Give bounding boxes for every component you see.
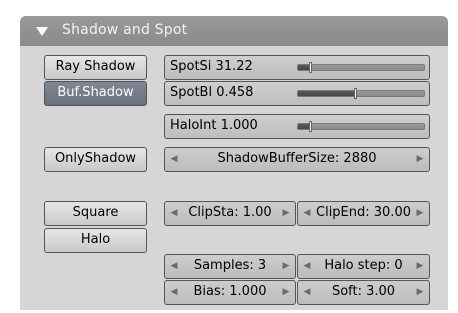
halo-int-handle[interactable] — [308, 121, 312, 132]
left-arrow-icon[interactable]: ◀ — [167, 148, 181, 171]
clip-sta-field[interactable]: ◀ ClipSta: 1.00 ▶ — [164, 201, 296, 226]
halo-int-slider[interactable]: HaloInt 1.000 — [164, 114, 430, 139]
spot-bl-handle[interactable] — [353, 88, 357, 99]
samples-field[interactable]: ◀ Samples: 3 ▶ — [164, 254, 296, 279]
triangle-down-icon[interactable] — [35, 24, 49, 38]
left-arrow-icon[interactable]: ◀ — [300, 281, 314, 304]
buf-shadow-button[interactable]: Buf.Shadow — [44, 81, 147, 106]
halo-step-field[interactable]: ◀ Halo step: 0 ▶ — [297, 254, 430, 279]
right-arrow-icon[interactable]: ▶ — [279, 281, 293, 304]
right-arrow-icon[interactable]: ▶ — [279, 255, 293, 278]
shadow-buffer-size-field[interactable]: ◀ ShadowBufferSize: 2880 ▶ — [164, 147, 430, 172]
left-arrow-icon[interactable]: ◀ — [300, 255, 314, 278]
right-arrow-icon[interactable]: ▶ — [413, 281, 427, 304]
halo-step-value: Halo step: 0 — [324, 258, 403, 273]
left-arrow-icon[interactable]: ◀ — [167, 202, 181, 225]
right-arrow-icon[interactable]: ▶ — [413, 148, 427, 171]
clip-sta-value: ClipSta: 1.00 — [188, 205, 272, 220]
right-arrow-icon[interactable]: ▶ — [413, 255, 427, 278]
left-arrow-icon[interactable]: ◀ — [167, 281, 181, 304]
ray-shadow-button[interactable]: Ray Shadow — [44, 55, 147, 80]
spot-si-slider[interactable]: SpotSi 31.22 — [164, 55, 430, 80]
soft-field[interactable]: ◀ Soft: 3.00 ▶ — [297, 280, 430, 305]
spot-bl-track[interactable] — [297, 88, 425, 99]
spot-si-track[interactable] — [297, 62, 425, 73]
soft-value: Soft: 3.00 — [331, 284, 396, 299]
right-arrow-icon[interactable]: ▶ — [279, 202, 293, 225]
halo-int-label: HaloInt 1.000 — [170, 118, 258, 133]
square-button[interactable]: Square — [44, 201, 147, 226]
halo-int-track[interactable] — [297, 121, 425, 132]
spot-bl-label: SpotBl 0.458 — [170, 85, 254, 100]
left-arrow-icon[interactable]: ◀ — [300, 202, 314, 225]
halo-button[interactable]: Halo — [44, 228, 147, 253]
bias-value: Bias: 1.000 — [193, 284, 267, 299]
clip-end-field[interactable]: ◀ ClipEnd: 30.00 ▶ — [297, 201, 430, 226]
clip-end-value: ClipEnd: 30.00 — [316, 205, 411, 220]
spot-si-handle[interactable] — [308, 62, 312, 73]
shadow-buffer-size-value: ShadowBufferSize: 2880 — [217, 151, 377, 166]
right-arrow-icon[interactable]: ▶ — [413, 202, 427, 225]
spot-si-label: SpotSi 31.22 — [170, 59, 253, 74]
samples-value: Samples: 3 — [193, 258, 267, 273]
spot-bl-fill — [298, 91, 356, 96]
panel-header[interactable]: Shadow and Spot — [20, 16, 448, 46]
left-arrow-icon[interactable]: ◀ — [167, 255, 181, 278]
bias-field[interactable]: ◀ Bias: 1.000 ▶ — [164, 280, 296, 305]
panel-title: Shadow and Spot — [62, 22, 188, 38]
only-shadow-button[interactable]: OnlyShadow — [44, 147, 147, 172]
spot-bl-slider[interactable]: SpotBl 0.458 — [164, 81, 430, 106]
